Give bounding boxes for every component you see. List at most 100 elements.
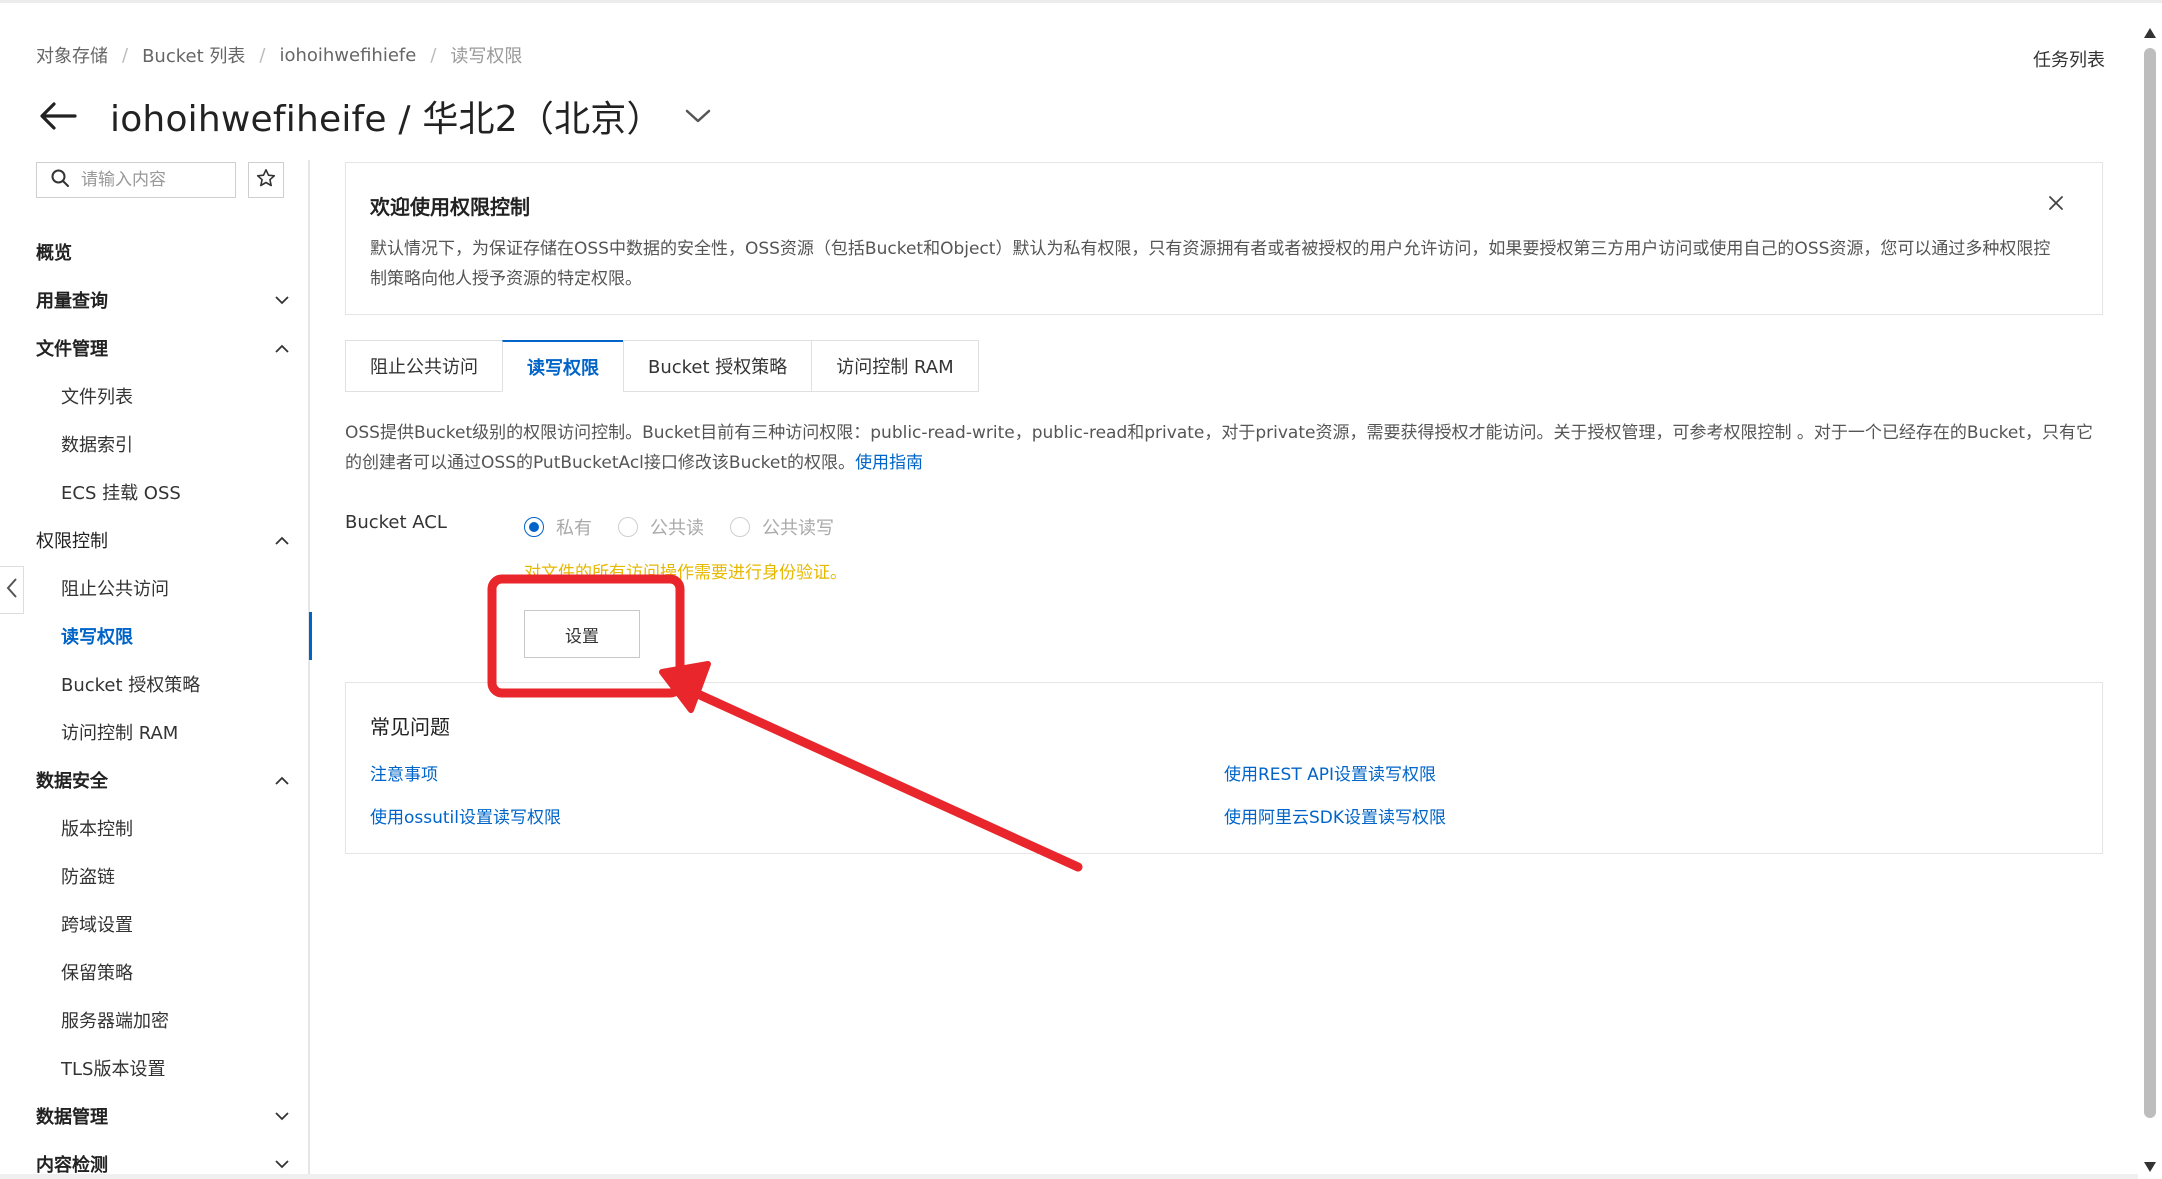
sidebar-item-ram[interactable]: 访问控制 RAM [0, 708, 310, 756]
close-icon[interactable] [2046, 193, 2066, 213]
sidebar-item-perm-ctrl[interactable]: 权限控制 [0, 516, 310, 564]
sidebar-item-label: 版本控制 [61, 819, 133, 840]
sidebar-item-versioning[interactable]: 版本控制 [0, 804, 310, 852]
acl-option-label: 公共读 [650, 518, 704, 539]
sidebar-item-label: TLS版本设置 [61, 1059, 166, 1080]
star-icon [256, 168, 276, 192]
sidebar-item-file-list[interactable]: 文件列表 [0, 372, 310, 420]
acl-option-label: 私有 [556, 518, 592, 539]
breadcrumb-item-oss[interactable]: 对象存储 [36, 42, 108, 68]
tab-bucket-policy[interactable]: Bucket 授权策略 [623, 340, 812, 392]
sidebar-item-label: 概览 [36, 243, 72, 264]
faq-card: 常见问题 注意事项 使用REST API设置读写权限 使用ossutil设置读写… [345, 682, 2103, 854]
sidebar-item-label: 服务器端加密 [61, 1011, 169, 1032]
sidebar: 概览 用量查询 文件管理 文件列表 数据索引 ECS 挂载 OSS 权限控制 阻… [0, 160, 312, 1179]
sidebar-item-hotlink[interactable]: 防盗链 [0, 852, 310, 900]
breadcrumb-item-bucket-list[interactable]: Bucket 列表 [142, 42, 245, 68]
acl-set-button[interactable]: 设置 [524, 610, 640, 658]
sidebar-item-label: 跨域设置 [61, 915, 133, 936]
sidebar-item-bucket-policy[interactable]: Bucket 授权策略 [0, 660, 310, 708]
acl-description: OSS提供Bucket级别的权限访问控制。Bucket目前有三种访问权限：pub… [345, 418, 2097, 478]
chevron-down-icon [272, 1154, 292, 1174]
chevron-up-icon [272, 770, 292, 790]
sidebar-item-block-public[interactable]: 阻止公共访问 [0, 564, 310, 612]
sidebar-item-label: 文件管理 [36, 339, 108, 360]
scroll-up-icon[interactable] [2144, 28, 2156, 38]
faq-link-rest-api[interactable]: 使用REST API设置读写权限 [1224, 760, 1436, 785]
sidebar-item-encryption[interactable]: 服务器端加密 [0, 996, 310, 1044]
chevron-down-icon[interactable] [685, 101, 715, 131]
sidebar-item-usage[interactable]: 用量查询 [0, 276, 310, 324]
chevron-down-icon [272, 290, 292, 310]
top-border [0, 0, 2162, 3]
page-title: iohoihwefiheife / 华北2（北京） [110, 99, 663, 140]
scrollbar-thumb[interactable] [2144, 48, 2156, 1118]
sidebar-item-data-index[interactable]: 数据索引 [0, 420, 310, 468]
bottom-border [0, 1174, 2138, 1179]
acl-hint: 对文件的所有访问操作需要进行身份验证。 [524, 563, 847, 583]
chevron-up-icon [272, 530, 292, 550]
sidebar-item-label: ECS 挂载 OSS [61, 483, 181, 504]
sidebar-item-label: 数据管理 [36, 1107, 108, 1128]
sidebar-item-file-mgmt[interactable]: 文件管理 [0, 324, 310, 372]
faq-title: 常见问题 [370, 715, 450, 739]
acl-option-label: 公共读写 [762, 518, 834, 539]
sidebar-collapse-button[interactable] [0, 566, 24, 614]
sidebar-item-data-security[interactable]: 数据安全 [0, 756, 310, 804]
sidebar-item-label: 数据索引 [61, 435, 133, 456]
breadcrumb: 对象存储 / Bucket 列表 / iohoihwefihiefe / 读写权… [36, 42, 522, 68]
sidebar-item-tls[interactable]: TLS版本设置 [0, 1044, 310, 1092]
sidebar-item-label: 数据安全 [36, 771, 108, 792]
acl-description-text: OSS提供Bucket级别的权限访问控制。Bucket目前有三种访问权限：pub… [345, 423, 2094, 473]
sidebar-item-label: 访问控制 RAM [61, 723, 179, 744]
breadcrumb-separator: / [122, 44, 129, 66]
sidebar-item-label: 权限控制 [36, 531, 108, 552]
chevron-left-icon [6, 577, 18, 603]
sidebar-item-data-mgmt[interactable]: 数据管理 [0, 1092, 310, 1140]
welcome-text: 默认情况下，为保证存储在OSS中数据的安全性，OSS资源（包括Bucket和Ob… [370, 239, 2051, 289]
sidebar-item-rw-perm[interactable]: 读写权限 [0, 612, 312, 660]
sidebar-item-cors[interactable]: 跨域设置 [0, 900, 310, 948]
permission-tabs: 阻止公共访问 读写权限 Bucket 授权策略 访问控制 RAM [345, 340, 979, 392]
usage-guide-link[interactable]: 使用指南 [855, 453, 923, 473]
sidebar-item-label: 阻止公共访问 [61, 579, 169, 600]
breadcrumb-item-bucket[interactable]: iohoihwefihiefe [279, 45, 416, 66]
sidebar-item-label: Bucket 授权策略 [61, 675, 201, 696]
tab-rw-perm[interactable]: 读写权限 [502, 340, 623, 392]
acl-label: Bucket ACL [345, 512, 447, 533]
breadcrumb-separator: / [430, 44, 437, 66]
sidebar-item-ecs-mount[interactable]: ECS 挂载 OSS [0, 468, 310, 516]
tab-block-public[interactable]: 阻止公共访问 [345, 340, 502, 392]
welcome-card: 欢迎使用权限控制 默认情况下，为保证存储在OSS中数据的安全性，OSS资源（包括… [345, 162, 2103, 315]
acl-radio-group: 私有 公共读 公共读写 [524, 514, 860, 540]
radio-checked-icon [524, 517, 544, 537]
sidebar-item-label: 读写权限 [61, 627, 133, 648]
search-input[interactable] [81, 170, 221, 190]
chevron-down-icon [272, 1106, 292, 1126]
title-row: iohoihwefiheife / 华北2（北京） [36, 90, 715, 142]
sidebar-nav: 概览 用量查询 文件管理 文件列表 数据索引 ECS 挂载 OSS 权限控制 阻… [0, 228, 312, 1179]
sidebar-item-retention[interactable]: 保留策略 [0, 948, 310, 996]
tab-ram[interactable]: 访问控制 RAM [811, 340, 979, 392]
sidebar-item-label: 文件列表 [61, 387, 133, 408]
sidebar-search [36, 162, 236, 198]
task-list-link[interactable]: 任务列表 [2033, 46, 2105, 72]
sidebar-item-label: 防盗链 [61, 867, 115, 888]
scroll-down-icon[interactable] [2144, 1162, 2156, 1172]
faq-link-sdk[interactable]: 使用阿里云SDK设置读写权限 [1224, 803, 1446, 828]
faq-link-notes[interactable]: 注意事项 [370, 760, 438, 785]
chevron-up-icon [272, 338, 292, 358]
acl-radio-private[interactable]: 私有 [524, 514, 592, 540]
acl-radio-public-read-write[interactable]: 公共读写 [730, 514, 834, 540]
welcome-title: 欢迎使用权限控制 [370, 195, 530, 219]
breadcrumb-separator: / [259, 44, 266, 66]
back-arrow-icon[interactable] [36, 94, 80, 138]
sidebar-item-overview[interactable]: 概览 [0, 228, 310, 276]
radio-unchecked-icon [618, 517, 638, 537]
sidebar-item-label: 保留策略 [61, 963, 133, 984]
acl-radio-public-read[interactable]: 公共读 [618, 514, 704, 540]
faq-link-ossutil[interactable]: 使用ossutil设置读写权限 [370, 803, 561, 828]
radio-unchecked-icon [730, 517, 750, 537]
page-scrollbar[interactable] [2138, 14, 2162, 1179]
favorite-button[interactable] [248, 162, 284, 198]
